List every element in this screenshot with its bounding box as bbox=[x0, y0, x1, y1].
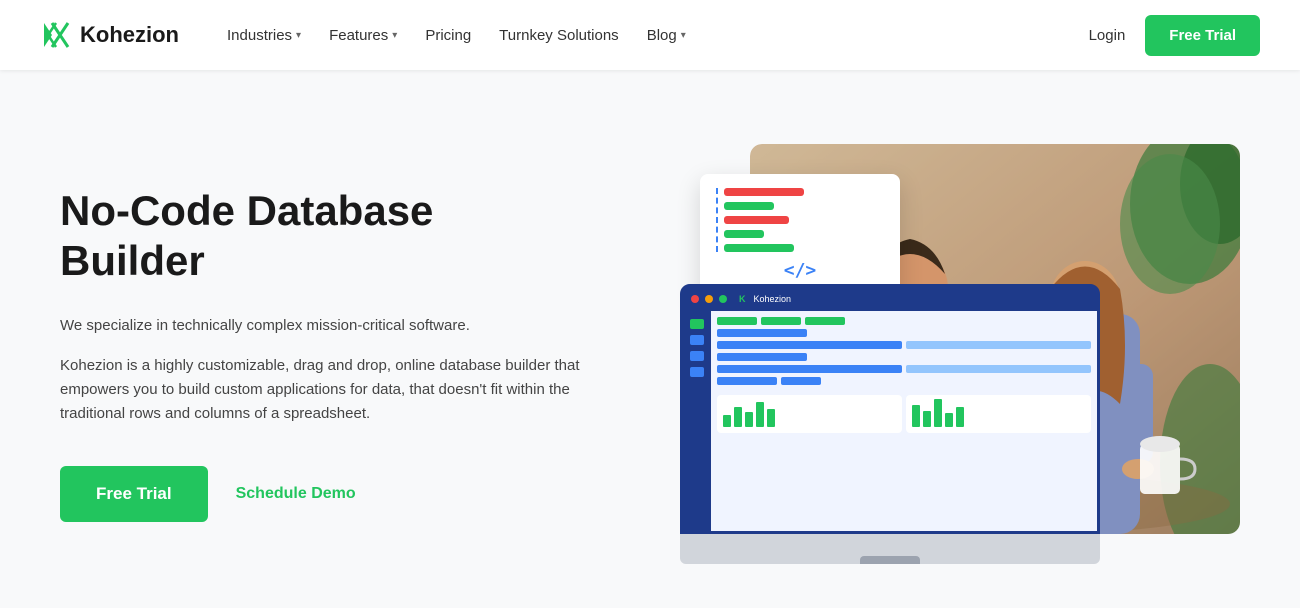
bar bbox=[923, 411, 931, 427]
bar-chart-row bbox=[724, 202, 774, 210]
dashboard-brand-name: Kohezion bbox=[754, 294, 792, 304]
chart-section bbox=[717, 395, 902, 433]
navbar-left: Kohezion Industries ▾ Features ▾ Pricing… bbox=[40, 19, 698, 52]
logo-icon bbox=[40, 21, 72, 49]
hero-title: No-Code Database Builder bbox=[60, 186, 580, 287]
card-row bbox=[724, 244, 884, 252]
bar-chart-row bbox=[724, 188, 804, 196]
hero-desc2: Kohezion is a highly customizable, drag … bbox=[60, 354, 580, 426]
chart-section bbox=[906, 395, 1091, 433]
logo[interactable]: Kohezion bbox=[40, 21, 179, 49]
form-field bbox=[717, 353, 807, 361]
laptop-screen: K Kohezion bbox=[680, 284, 1100, 534]
bar-chart-row bbox=[724, 216, 789, 224]
bar bbox=[767, 409, 775, 427]
dashboard-main bbox=[711, 311, 1097, 531]
form-row bbox=[717, 329, 1091, 337]
card-row bbox=[724, 188, 884, 196]
sidebar-icon bbox=[690, 335, 704, 345]
hero-free-trial-button[interactable]: Free Trial bbox=[60, 466, 208, 522]
window-maximize-dot bbox=[719, 295, 727, 303]
bar-chart bbox=[721, 399, 898, 429]
bar bbox=[912, 405, 920, 427]
dashboard-brand-icon: K bbox=[739, 294, 746, 304]
chart-grid bbox=[717, 393, 1091, 433]
code-tag: </> bbox=[716, 252, 884, 285]
navbar-right: Login Free Trial bbox=[1089, 15, 1260, 56]
hero-buttons: Free Trial Schedule Demo bbox=[60, 466, 580, 522]
card-row bbox=[724, 202, 884, 210]
form-field bbox=[781, 377, 821, 385]
bar bbox=[756, 402, 764, 427]
bar bbox=[723, 415, 731, 427]
chevron-down-icon: ▾ bbox=[296, 30, 301, 41]
card-row bbox=[724, 230, 884, 238]
nav-item-pricing[interactable]: Pricing bbox=[413, 19, 483, 52]
bar bbox=[956, 407, 964, 427]
card-rows bbox=[716, 188, 884, 252]
laptop-notch bbox=[860, 556, 920, 564]
field-indicator bbox=[805, 317, 845, 325]
field-indicator bbox=[717, 317, 757, 325]
window-minimize-dot bbox=[705, 295, 713, 303]
sidebar-icon bbox=[690, 351, 704, 361]
bar-chart bbox=[910, 399, 1087, 429]
form-field bbox=[717, 377, 777, 385]
form-field bbox=[717, 329, 807, 337]
form-row bbox=[717, 353, 1091, 361]
form-field bbox=[906, 341, 1091, 349]
form-row bbox=[717, 365, 1091, 373]
login-link[interactable]: Login bbox=[1089, 27, 1126, 44]
hero-desc1: We specialize in technically complex mis… bbox=[60, 314, 580, 338]
form-field bbox=[717, 365, 902, 373]
laptop-dashboard: K Kohezion bbox=[680, 284, 1100, 564]
sidebar-icon bbox=[690, 367, 704, 377]
bar bbox=[745, 412, 753, 427]
form-row bbox=[717, 377, 1091, 385]
free-trial-button[interactable]: Free Trial bbox=[1145, 15, 1260, 56]
form-row bbox=[717, 341, 1091, 349]
form-row bbox=[717, 317, 1091, 325]
nav-links: Industries ▾ Features ▾ Pricing Turnkey … bbox=[215, 19, 698, 52]
brand-name: Kohezion bbox=[80, 22, 179, 48]
window-bar: K Kohezion bbox=[683, 287, 1097, 311]
sidebar-icon bbox=[690, 319, 704, 329]
card-row bbox=[724, 216, 884, 224]
dashboard-sidebar bbox=[683, 311, 711, 531]
bar bbox=[945, 413, 953, 427]
nav-item-industries[interactable]: Industries ▾ bbox=[215, 19, 313, 52]
bar bbox=[734, 407, 742, 427]
navbar: Kohezion Industries ▾ Features ▾ Pricing… bbox=[0, 0, 1300, 70]
bar-chart-row bbox=[724, 244, 794, 252]
chevron-down-icon: ▾ bbox=[681, 30, 686, 41]
bar-chart-row bbox=[724, 230, 764, 238]
hero-content: No-Code Database Builder We specialize i… bbox=[60, 186, 580, 523]
bar bbox=[934, 399, 942, 427]
schedule-demo-link[interactable]: Schedule Demo bbox=[236, 485, 356, 503]
field-indicator bbox=[761, 317, 801, 325]
hero-image: </> ↓ K Kohezion bbox=[680, 144, 1240, 564]
nav-item-blog[interactable]: Blog ▾ bbox=[635, 19, 698, 52]
form-field bbox=[906, 365, 1091, 373]
chevron-down-icon: ▾ bbox=[392, 30, 397, 41]
form-field bbox=[717, 341, 902, 349]
window-close-dot bbox=[691, 295, 699, 303]
laptop-base bbox=[680, 534, 1100, 564]
nav-item-features[interactable]: Features ▾ bbox=[317, 19, 409, 52]
hero-section: No-Code Database Builder We specialize i… bbox=[0, 70, 1300, 608]
nav-item-turnkey[interactable]: Turnkey Solutions bbox=[487, 19, 631, 52]
dashboard-content bbox=[683, 311, 1097, 531]
